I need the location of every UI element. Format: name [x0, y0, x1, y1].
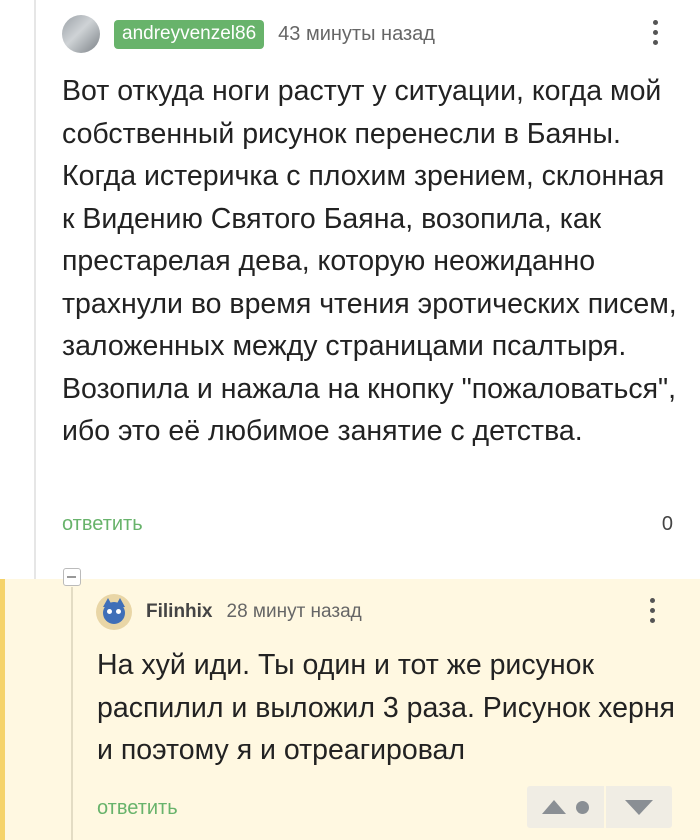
triangle-up-icon	[542, 800, 566, 814]
comment-header: andreyvenzel86 43 минуты назад	[62, 14, 435, 54]
more-vertical-icon[interactable]	[650, 20, 660, 50]
collapse-minus-icon[interactable]	[63, 568, 81, 586]
triangle-down-icon	[625, 799, 653, 815]
reply-username[interactable]: Filinhix	[146, 601, 213, 623]
reply-text: На хуй иди. Ты один и тот же рисунок рас…	[97, 649, 675, 766]
avatar[interactable]	[62, 15, 100, 53]
timestamp[interactable]: 43 минуты назад	[278, 23, 435, 46]
thread-line	[34, 0, 36, 580]
dot-icon	[576, 800, 589, 814]
child-thread-line[interactable]	[71, 587, 73, 840]
downvote-button[interactable]	[606, 786, 672, 828]
reply-button[interactable]: ответить	[62, 513, 143, 536]
rating-count: 0	[661, 513, 673, 535]
reply-button[interactable]: ответить	[97, 797, 178, 820]
username-badge[interactable]: andreyvenzel86	[114, 19, 265, 49]
reply-timestamp[interactable]: 28 минут назад	[227, 601, 362, 623]
reply-accent-bar	[0, 579, 5, 840]
reply-header: Filinhix 28 минут назад	[96, 592, 362, 632]
more-vertical-icon[interactable]	[647, 598, 657, 628]
upvote-button[interactable]	[527, 786, 604, 828]
comment-text: Вот откуда ноги растут у ситуации, когда…	[62, 75, 677, 447]
avatar[interactable]	[96, 594, 132, 630]
